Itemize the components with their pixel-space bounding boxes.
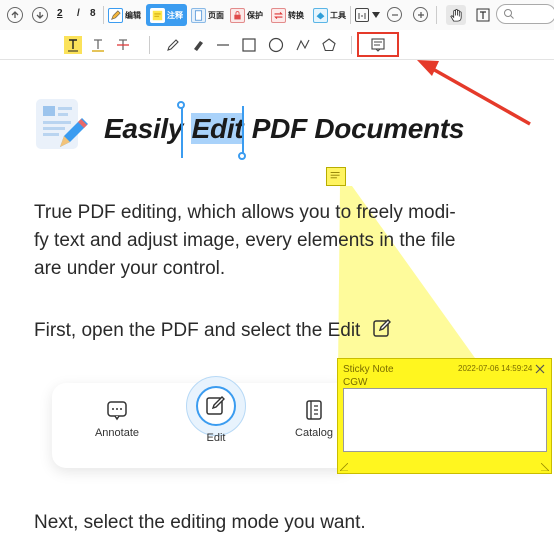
- sticky-note-marker[interactable]: [326, 167, 346, 186]
- catalog-label: Catalog: [295, 427, 333, 439]
- tab-label: 保护: [247, 10, 263, 20]
- polyline-icon[interactable]: [294, 36, 312, 54]
- arrow-up-icon: [11, 11, 19, 18]
- annotate-button[interactable]: Annotate: [87, 399, 147, 439]
- total-pages: 8: [90, 8, 96, 19]
- close-icon[interactable]: [534, 363, 546, 375]
- tab-label: 页面: [208, 10, 224, 20]
- paragraph-line: fy text and adjust image, every elements…: [34, 230, 456, 251]
- highlight-icon[interactable]: [64, 36, 82, 54]
- tab-convert[interactable]: 转换: [271, 5, 304, 25]
- tab-tools[interactable]: 工具: [313, 5, 346, 25]
- tools-icon: [313, 7, 328, 23]
- tab-page[interactable]: 页面: [191, 5, 224, 25]
- edit-icon: [206, 396, 225, 415]
- edit-button[interactable]: [196, 386, 236, 426]
- note-icon: [330, 172, 340, 179]
- annotate-icon: [106, 399, 128, 421]
- search-input[interactable]: [496, 4, 554, 24]
- current-page-input[interactable]: 2: [57, 8, 63, 19]
- tab-protect[interactable]: 保护: [230, 5, 263, 25]
- sticky-note-author: CGW: [343, 377, 368, 388]
- resize-handle-icon[interactable]: [541, 463, 549, 471]
- search-icon: [504, 9, 514, 19]
- edit-icon: [372, 319, 391, 337]
- document-edit-logo: [36, 99, 88, 149]
- minus-icon: [391, 13, 398, 16]
- tab-edit[interactable]: 编辑: [108, 5, 141, 25]
- toolbar-divider: [436, 6, 437, 24]
- title-part: PDF Documents: [244, 113, 465, 144]
- edit-icon: [108, 7, 123, 23]
- annotate-label: Annotate: [94, 427, 140, 439]
- text-select-icon: [476, 8, 490, 22]
- toolbar-divider: [103, 6, 104, 24]
- fit-page-icon[interactable]: [355, 8, 369, 22]
- page-separator: /: [77, 8, 80, 19]
- zoom-out-button[interactable]: [387, 7, 402, 22]
- paragraph-line: True PDF editing, which allows you to fr…: [34, 202, 456, 223]
- selection-caret-end: [242, 106, 244, 158]
- catalog-icon: [303, 399, 325, 421]
- tab-label: 注释: [167, 10, 183, 20]
- sticky-note-title: Sticky Note: [343, 364, 394, 375]
- resize-handle-icon[interactable]: [340, 463, 348, 471]
- selection-handle-end[interactable]: [238, 152, 246, 160]
- toolbar-divider: [350, 6, 351, 24]
- sticky-note-timestamp: 2022-07-06 14:59:24: [458, 364, 533, 373]
- selection-caret-start: [181, 106, 183, 158]
- select-text-button[interactable]: [475, 7, 491, 23]
- selection-handle-start[interactable]: [177, 101, 185, 109]
- tab-label: 工具: [330, 10, 346, 20]
- catalog-button[interactable]: Catalog: [284, 399, 344, 439]
- arrow-down-icon: [36, 12, 44, 19]
- selected-text[interactable]: Edit: [190, 113, 245, 144]
- toolbar-divider: [351, 36, 352, 54]
- annotate-icon: [150, 7, 165, 23]
- protect-icon: [230, 7, 245, 23]
- highlight-box: [357, 32, 399, 57]
- toolbar-divider: [149, 36, 150, 54]
- zoom-in-button[interactable]: [413, 7, 428, 22]
- pencil-icon[interactable]: [164, 36, 182, 54]
- convert-icon: [271, 7, 286, 23]
- title-part: Easily: [104, 113, 191, 144]
- edit-button-highlight: [186, 376, 246, 436]
- sticky-note-content-input[interactable]: [343, 388, 547, 452]
- page-icon: [191, 7, 206, 23]
- page-title: Easily Edit PDF Documents: [104, 113, 464, 145]
- prev-page-button[interactable]: [7, 7, 23, 23]
- eraser-icon[interactable]: [189, 36, 207, 54]
- line-icon[interactable]: [214, 36, 232, 54]
- next-page-button[interactable]: [32, 7, 48, 23]
- polygon-icon[interactable]: [320, 36, 338, 54]
- paragraph-line: are under your control.: [34, 258, 226, 279]
- chevron-down-icon[interactable]: [372, 12, 380, 18]
- strikethrough-icon[interactable]: [114, 36, 132, 54]
- rectangle-icon[interactable]: [240, 36, 258, 54]
- hand-tool-button[interactable]: [446, 5, 466, 25]
- plus-icon: [417, 11, 424, 18]
- hand-icon: [449, 8, 462, 22]
- edit-label: Edit: [206, 432, 226, 444]
- main-toolbar: 2 / 8 编辑 注释 页面 保护 转换 工具: [0, 0, 554, 30]
- step2-text: Next, select the editing mode you want.: [34, 512, 366, 533]
- tab-label: 转换: [288, 10, 304, 20]
- tab-annotate[interactable]: 注释: [146, 4, 187, 26]
- step1-text: First, open the PDF and select the Edit: [34, 317, 392, 345]
- underline-icon[interactable]: [89, 36, 107, 54]
- circle-icon[interactable]: [267, 36, 285, 54]
- tab-label: 编辑: [125, 10, 141, 20]
- step1-label: First, open the PDF and select the Edit: [34, 320, 361, 341]
- sticky-note-popup[interactable]: Sticky Note CGW 2022-07-06 14:59:24: [337, 358, 552, 474]
